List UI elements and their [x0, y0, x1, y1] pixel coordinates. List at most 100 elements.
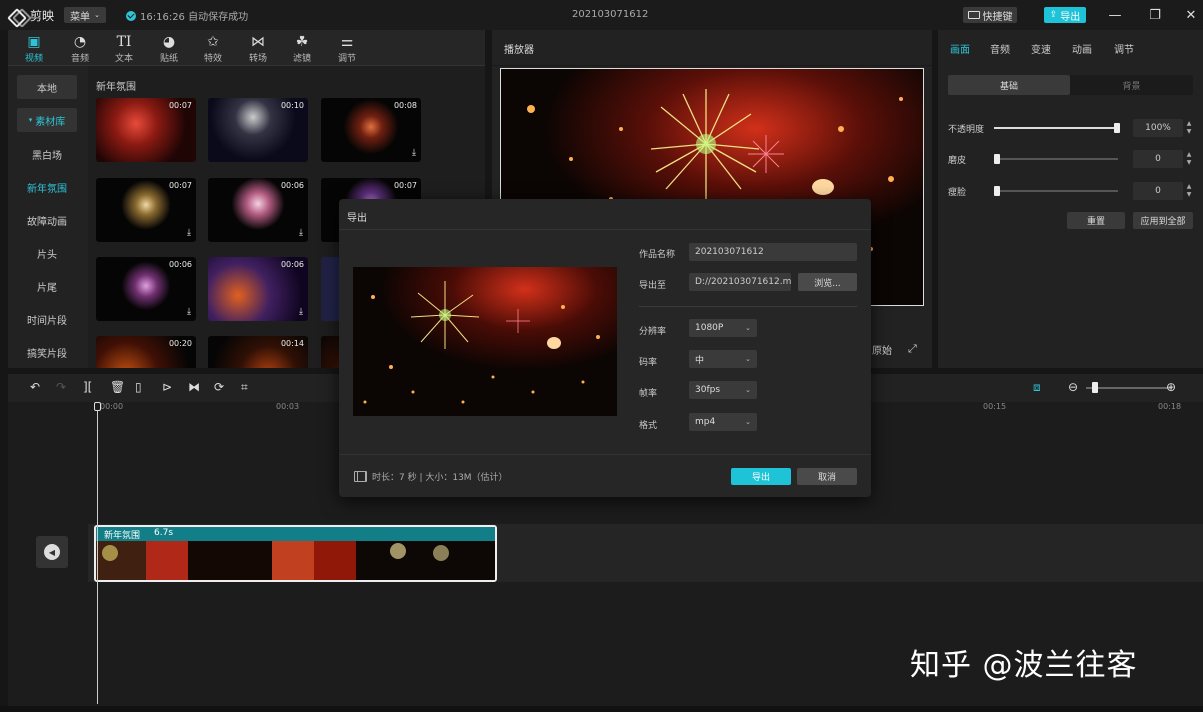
download-icon[interactable]: ⤓	[299, 228, 303, 238]
download-icon[interactable]: ⤓	[299, 307, 303, 317]
undo-icon[interactable]: ↶	[30, 380, 40, 394]
slider-knob[interactable]	[994, 186, 1000, 196]
crop-icon[interactable]: ⌗	[241, 380, 248, 395]
name-input[interactable]: 202103071612	[689, 243, 857, 261]
fullscreen-icon[interactable]: ⤢	[908, 342, 917, 356]
fireworks-frame	[353, 267, 617, 416]
cancel-button[interactable]: 取消	[797, 468, 857, 485]
tab-adjust[interactable]: 调节	[1114, 41, 1134, 56]
timeline-clip[interactable]: 新年氛围 6.7s	[94, 525, 497, 582]
sidebar-item-library[interactable]: ▾ 素材库	[17, 108, 77, 132]
export-button[interactable]: ⇪ 导出	[1044, 7, 1086, 23]
sidebar-item-funny[interactable]: 搞笑片段	[17, 340, 77, 364]
close-icon[interactable]: ✕	[1181, 5, 1201, 25]
sidebar-item-intro[interactable]: 片头	[17, 241, 77, 265]
bitrate-select[interactable]: 中 ⌄	[689, 350, 757, 368]
resolution-select[interactable]: 1080P ⌄	[689, 319, 757, 337]
opacity-value[interactable]: 100%	[1133, 119, 1183, 137]
clip-header: 新年氛围 6.7s	[96, 527, 495, 541]
tab-sticker[interactable]: ◕ 贴纸	[152, 33, 186, 64]
download-icon[interactable]: ⤓	[412, 148, 416, 158]
tab-video[interactable]: ▣ 视频	[17, 33, 51, 64]
restore-icon[interactable]: ❐	[1145, 5, 1165, 25]
format-select[interactable]: mp4 ⌄	[689, 413, 757, 431]
export-info: 时长：7 秒 | 大小：13M（估计）	[354, 470, 508, 483]
ratio-label[interactable]: 原始	[872, 342, 892, 357]
smooth-value[interactable]: 0	[1133, 150, 1183, 168]
subtab-basic[interactable]: 基础	[948, 75, 1070, 95]
media-thumbnail[interactable]: 00:10	[208, 98, 308, 162]
tab-audio[interactable]: 音频	[990, 41, 1010, 56]
resolution-label: 分辨率	[639, 327, 667, 337]
transition-icon: ⋈	[251, 34, 265, 50]
sidebar-item-glitch[interactable]: 故障动画	[17, 208, 77, 232]
check-circle-icon	[126, 10, 136, 21]
track-mute-button[interactable]: ◀	[36, 536, 68, 568]
media-thumbnail[interactable]: 00:07	[96, 98, 196, 162]
divider	[639, 306, 857, 307]
tab-picture[interactable]: 画面	[950, 41, 970, 56]
slim-slider[interactable]	[994, 186, 1118, 196]
divider	[339, 229, 871, 230]
slim-value[interactable]: 0	[1133, 182, 1183, 200]
zoom-slider[interactable]	[1086, 387, 1172, 389]
redo-icon[interactable]: ↷	[56, 380, 66, 394]
menu-button[interactable]: 菜单 ⌄	[64, 7, 106, 23]
media-thumbnail[interactable]: 00:06 ⤓	[208, 178, 308, 242]
media-thumbnail[interactable]: 00:06 ⤓	[96, 257, 196, 321]
stepper-icon[interactable]: ▲ ▼	[1185, 151, 1193, 167]
mirror-icon[interactable]: ⧓	[188, 380, 200, 394]
tab-text[interactable]: TI 文本	[107, 33, 141, 64]
download-icon[interactable]: ⤓	[187, 228, 191, 238]
minimize-icon[interactable]: —	[1105, 5, 1125, 25]
media-thumbnail[interactable]: 00:20	[96, 336, 196, 368]
subtab-background[interactable]: 背景	[1070, 75, 1193, 95]
smooth-slider[interactable]	[994, 154, 1118, 164]
reverse-icon[interactable]: ⊳	[162, 380, 172, 394]
confirm-export-button[interactable]: 导出	[731, 468, 791, 485]
slim-label: 瘦脸	[948, 188, 967, 198]
freeze-icon[interactable]: ▯	[135, 380, 142, 394]
zoom-in-icon[interactable]: ⊕	[1166, 380, 1176, 394]
browse-button[interactable]: 浏览...	[798, 273, 857, 291]
tab-audio[interactable]: ◔ 音频	[63, 33, 97, 64]
sidebar-item-time[interactable]: 时间片段	[17, 307, 77, 331]
playhead-line[interactable]	[97, 404, 98, 704]
sidebar-item-outro[interactable]: 片尾	[17, 274, 77, 298]
tab-filter[interactable]: ☘ 滤镜	[285, 33, 319, 64]
sidebar-item-local[interactable]: 本地	[17, 75, 77, 99]
path-input[interactable]: D://202103071612.mp4	[689, 273, 791, 291]
tab-transition[interactable]: ⋈ 转场	[241, 33, 275, 64]
clip-filmstrip	[96, 541, 495, 580]
shortcut-button[interactable]: 快捷键	[963, 7, 1017, 23]
opacity-slider[interactable]	[994, 123, 1120, 133]
sidebar-item-black-white[interactable]: 黑白场	[17, 142, 77, 166]
reset-button[interactable]: 重置	[1067, 212, 1125, 229]
fps-select[interactable]: 30fps ⌄	[689, 381, 757, 399]
download-icon[interactable]: ⤓	[187, 307, 191, 317]
stepper-icon[interactable]: ▲ ▼	[1185, 183, 1193, 199]
rotate-icon[interactable]: ⟳	[214, 380, 224, 394]
zoom-out-icon[interactable]: ⊖	[1068, 380, 1078, 394]
split-icon[interactable]: ][	[83, 380, 92, 394]
media-thumbnail[interactable]: 00:14	[208, 336, 308, 368]
media-thumbnail[interactable]: 00:06 ⤓	[208, 257, 308, 321]
slider-knob[interactable]	[994, 154, 1000, 164]
zoom-knob[interactable]	[1092, 382, 1098, 393]
media-thumbnail[interactable]: 00:08 ⤓	[321, 98, 421, 162]
stepper-icon[interactable]: ▲ ▼	[1185, 120, 1193, 136]
sidebar-item-new-year[interactable]: 新年氛围	[17, 175, 77, 199]
media-thumbnail[interactable]: 00:07 ⤓	[96, 178, 196, 242]
sidebar-item-label: 素材库	[35, 116, 66, 128]
delete-icon[interactable]: 🗑	[110, 380, 125, 394]
snap-icon[interactable]: ⧈	[1033, 380, 1041, 395]
firework-burst-small	[748, 135, 784, 173]
tab-animation[interactable]: 动画	[1072, 41, 1092, 56]
tab-adjust[interactable]: ⚌ 调节	[330, 33, 364, 64]
tab-effects[interactable]: ✩ 特效	[196, 33, 230, 64]
playhead-handle[interactable]	[94, 402, 101, 411]
format-value: mp4	[695, 417, 716, 427]
tab-speed[interactable]: 变速	[1031, 41, 1051, 56]
slider-knob[interactable]	[1114, 123, 1120, 133]
apply-all-button[interactable]: 应用到全部	[1133, 212, 1193, 229]
